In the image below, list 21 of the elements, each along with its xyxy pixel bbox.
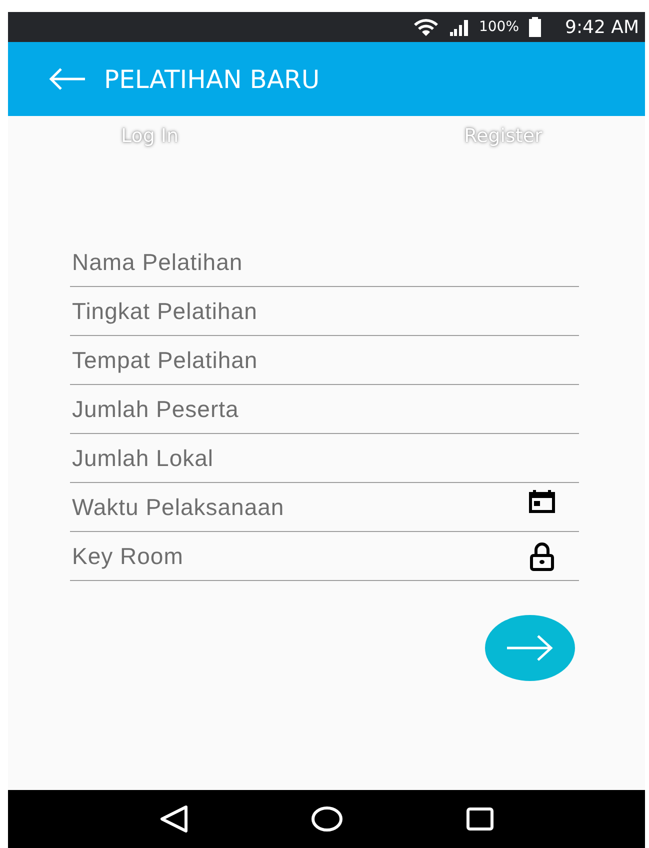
battery-percentage: 100% bbox=[478, 19, 519, 35]
battery-icon bbox=[529, 17, 541, 37]
tab[interactable]: Log In bbox=[8, 125, 332, 147]
signal-icon bbox=[448, 18, 469, 36]
arrow-right-icon bbox=[505, 633, 555, 663]
lock-icon[interactable] bbox=[529, 540, 555, 572]
back-icon[interactable] bbox=[159, 805, 190, 833]
input-field[interactable]: Jumlah Peserta bbox=[70, 385, 579, 434]
back-arrow-icon[interactable] bbox=[48, 67, 86, 91]
input-field[interactable]: Nama Pelatihan bbox=[70, 238, 579, 287]
input-field[interactable]: Waktu Pelaksanaan bbox=[70, 483, 579, 532]
tab[interactable]: Register bbox=[332, 125, 645, 147]
home-icon[interactable] bbox=[311, 806, 344, 832]
recent-apps-icon[interactable] bbox=[466, 807, 494, 831]
input-field[interactable]: Tempat Pelatihan bbox=[70, 336, 579, 385]
input-field[interactable]: Tingkat Pelatihan bbox=[70, 287, 579, 336]
screen-title: PELATIHAN BARU bbox=[104, 64, 320, 94]
wifi-icon bbox=[412, 18, 439, 36]
input-field[interactable]: Key Room bbox=[70, 532, 579, 581]
clock: 9:42 AM bbox=[565, 16, 639, 38]
input-field[interactable]: Jumlah Lokal bbox=[70, 434, 579, 483]
